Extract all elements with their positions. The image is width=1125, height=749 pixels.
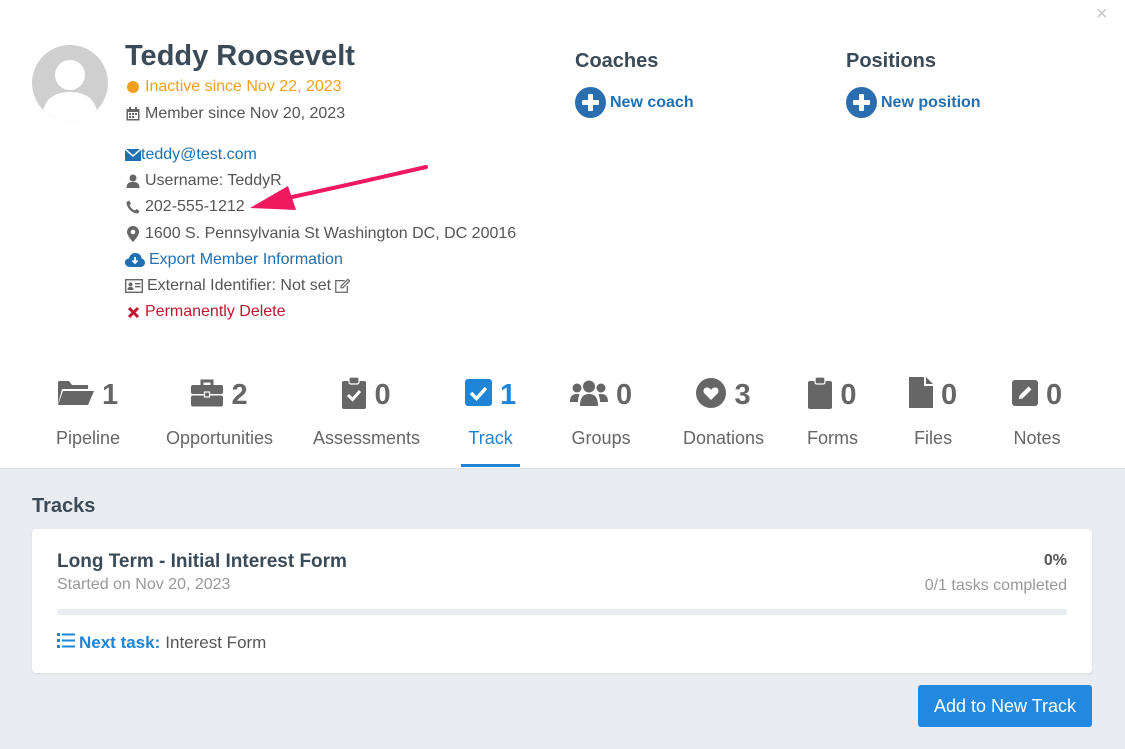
track-title: Long Term - Initial Interest Form: [57, 551, 347, 572]
plus-circle-icon: [846, 87, 877, 118]
tab-label: Track: [468, 428, 513, 448]
tab-count: 0: [840, 378, 857, 411]
track-started: Started on Nov 20, 2023: [57, 576, 231, 593]
tab-notes[interactable]: 0 Notes: [1012, 370, 1062, 468]
tab-label: Forms: [807, 428, 858, 448]
phone-text: 202-555-1212: [145, 198, 245, 215]
external-id-text: External Identifier: Not set: [147, 277, 332, 294]
folder-open-icon: [57, 380, 94, 411]
export-member-link[interactable]: Export Member Information: [149, 251, 343, 269]
tab-count: 2: [231, 378, 248, 411]
next-task-line: Next task: Interest Form: [57, 633, 266, 653]
track-tasks-completed: 0/1 tasks completed: [924, 577, 1067, 594]
address-line: 1600 S. Pennsylvania St Washington DC, D…: [125, 225, 516, 243]
clipboard-icon: [808, 375, 833, 414]
heart-circle-icon: [696, 377, 727, 413]
tab-count: 3: [734, 378, 751, 411]
tab-pipeline[interactable]: 1 Pipeline: [56, 370, 120, 468]
status-line: Inactive since Nov 22, 2023: [125, 78, 342, 96]
status-text: Inactive since Nov 22, 2023: [145, 78, 342, 95]
edit-external-id-icon[interactable]: [334, 278, 351, 294]
tab-forms[interactable]: 0 Forms: [807, 370, 858, 468]
member-tabs: 1 Pipeline 2 Opportunities 0 Assessments…: [0, 370, 1125, 468]
tab-label: Groups: [571, 428, 631, 448]
tab-count: 0: [374, 378, 391, 411]
status-dot-icon: [125, 79, 141, 95]
new-position-label: New position: [881, 93, 981, 111]
add-to-new-track-button[interactable]: Add to New Track: [918, 685, 1092, 727]
member-name: Teddy Roosevelt: [125, 40, 355, 72]
tab-label: Donations: [683, 428, 765, 448]
cloud-download-icon: [125, 252, 145, 268]
edit-icon: [1012, 379, 1038, 411]
times-icon: [125, 304, 141, 320]
tab-assessments[interactable]: 0 Assessments: [313, 370, 420, 468]
tracks-title: Tracks: [32, 495, 96, 517]
username-line: Username: TeddyR: [125, 172, 282, 190]
phone-line: 202-555-1212: [125, 198, 245, 216]
user-icon: [125, 173, 141, 189]
file-icon: [909, 377, 933, 413]
tab-count: 1: [500, 378, 517, 411]
member-since-text: Member since Nov 20, 2023: [145, 105, 346, 122]
tab-count: 0: [941, 378, 958, 411]
coaches-title: Coaches: [575, 50, 659, 72]
tab-donations[interactable]: 3 Donations: [683, 370, 764, 468]
delete-line[interactable]: Permanently Delete: [125, 303, 286, 321]
avatar: [32, 45, 108, 121]
permanently-delete-link[interactable]: Permanently Delete: [145, 303, 286, 321]
clipboard-check-icon: [342, 375, 367, 414]
external-id-line: External Identifier: Not set: [125, 277, 354, 295]
member-since-line: Member since Nov 20, 2023: [125, 105, 345, 123]
new-position-button[interactable]: New position: [846, 87, 981, 118]
next-task-value: Interest Form: [165, 633, 267, 652]
username-text: Username: TeddyR: [145, 172, 282, 189]
users-icon: [570, 380, 608, 411]
tab-label: Assessments: [313, 428, 421, 448]
next-task-link[interactable]: Next task:: [79, 633, 160, 653]
phone-icon: [125, 199, 141, 215]
envelope-icon: [125, 147, 141, 163]
email-line[interactable]: teddy@test.com: [125, 146, 257, 164]
id-card-icon: [125, 278, 143, 294]
tab-opportunities[interactable]: 2 Opportunities: [166, 370, 273, 468]
tab-count: 0: [1046, 378, 1063, 411]
tab-track[interactable]: 1 Track: [460, 370, 521, 468]
tracks-panel: Tracks Long Term - Initial Interest Form…: [0, 468, 1125, 749]
map-marker-icon: [125, 226, 141, 242]
track-percent: 0%: [1043, 552, 1067, 569]
email-link[interactable]: teddy@test.com: [141, 146, 257, 164]
tab-label: Opportunities: [166, 428, 274, 448]
plus-circle-icon: [575, 87, 606, 118]
new-coach-label: New coach: [610, 93, 694, 111]
address-text: 1600 S. Pennsylvania St Washington DC, D…: [145, 225, 517, 242]
track-card: Long Term - Initial Interest Form Starte…: [32, 529, 1092, 673]
new-coach-button[interactable]: New coach: [575, 87, 694, 118]
briefcase-icon: [191, 379, 224, 412]
check-square-icon: [465, 379, 492, 411]
positions-title: Positions: [846, 50, 937, 72]
tab-files[interactable]: 0 Files: [909, 370, 957, 468]
tab-count: 0: [616, 378, 633, 411]
list-icon: [57, 633, 75, 653]
tab-count: 1: [101, 378, 119, 411]
tab-label: Files: [914, 428, 953, 448]
export-line[interactable]: Export Member Information: [125, 251, 343, 269]
track-progress-bar: [57, 609, 1067, 615]
calendar-icon: [125, 106, 141, 122]
tab-label: Notes: [1013, 428, 1061, 448]
tab-groups[interactable]: 0 Groups: [570, 370, 632, 468]
tab-label: Pipeline: [56, 428, 121, 448]
close-icon[interactable]: ×: [1096, 4, 1108, 24]
